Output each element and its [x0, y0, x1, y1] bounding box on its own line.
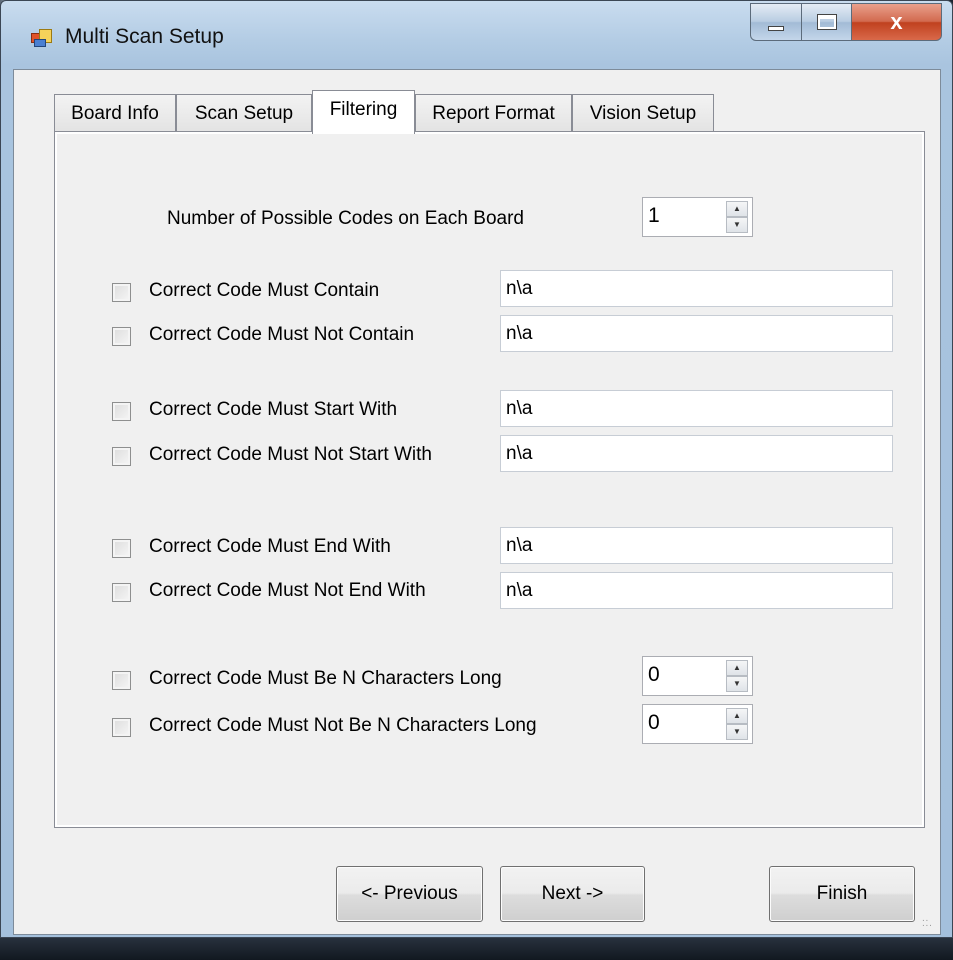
start-with-input[interactable]: n\a [500, 390, 893, 427]
num-codes-value: 1 [648, 204, 660, 227]
app-icon[interactable] [31, 29, 53, 47]
end-with-checkbox[interactable] [112, 539, 131, 558]
up-arrow-icon[interactable]: ▲ [726, 201, 748, 217]
not-n-chars-checkbox[interactable] [112, 718, 131, 737]
close-icon: x [890, 9, 903, 34]
up-arrow-icon[interactable]: ▲ [726, 660, 748, 676]
down-arrow-icon[interactable]: ▼ [726, 676, 748, 692]
previous-button[interactable]: <- Previous [336, 866, 483, 922]
not-contain-checkbox[interactable] [112, 327, 131, 346]
minimize-button[interactable] [750, 3, 802, 41]
finish-button[interactable]: Finish [769, 866, 915, 922]
tab-vision-setup[interactable]: Vision Setup [572, 94, 714, 132]
client-area: Board Info Scan Setup Filtering Report F… [13, 69, 941, 935]
start-with-checkbox[interactable] [112, 402, 131, 421]
not-end-with-checkbox[interactable] [112, 583, 131, 602]
not-n-chars-value: 0 [648, 711, 660, 734]
start-with-label: Correct Code Must Start With [149, 399, 398, 420]
filtering-panel: Number of Possible Codes on Each Board 1… [54, 131, 925, 828]
tab-scan-setup[interactable]: Scan Setup [176, 94, 312, 132]
multi-scan-setup-window: Multi Scan Setup x Board Info Scan Setup… [0, 0, 953, 938]
contain-checkbox[interactable] [112, 283, 131, 302]
window-controls: x [750, 3, 942, 43]
resize-grip-icon[interactable]: . .. . . [922, 914, 936, 930]
not-start-with-checkbox[interactable] [112, 447, 131, 466]
tab-filtering[interactable]: Filtering [312, 90, 415, 134]
next-button[interactable]: Next -> [500, 866, 645, 922]
down-arrow-icon[interactable]: ▼ [726, 724, 748, 740]
not-n-chars-label: Correct Code Must Not Be N Characters Lo… [149, 715, 537, 736]
contain-input[interactable]: n\a [500, 270, 893, 307]
maximize-icon [816, 14, 837, 30]
tab-board-info[interactable]: Board Info [54, 94, 176, 132]
window-title: Multi Scan Setup [65, 25, 224, 48]
end-with-input[interactable]: n\a [500, 527, 893, 564]
taskbar-strip [0, 936, 953, 960]
n-chars-checkbox[interactable] [112, 671, 131, 690]
end-with-label: Correct Code Must End With [149, 536, 391, 557]
not-start-with-input[interactable]: n\a [500, 435, 893, 472]
num-codes-label: Number of Possible Codes on Each Board [167, 208, 524, 229]
title-bar[interactable]: Multi Scan Setup x [1, 1, 953, 69]
n-chars-value: 0 [648, 663, 660, 686]
not-n-chars-stepper[interactable]: 0 ▲ ▼ [642, 704, 753, 744]
n-chars-label: Correct Code Must Be N Characters Long [149, 668, 502, 689]
tab-report-format[interactable]: Report Format [415, 94, 572, 132]
num-codes-stepper[interactable]: 1 ▲ ▼ [642, 197, 753, 237]
not-contain-input[interactable]: n\a [500, 315, 893, 352]
not-contain-label: Correct Code Must Not Contain [149, 324, 415, 345]
close-button[interactable]: x [852, 3, 942, 41]
maximize-button[interactable] [802, 3, 852, 41]
n-chars-stepper[interactable]: 0 ▲ ▼ [642, 656, 753, 696]
not-end-with-input[interactable]: n\a [500, 572, 893, 609]
up-arrow-icon[interactable]: ▲ [726, 708, 748, 724]
not-start-with-label: Correct Code Must Not Start With [149, 444, 432, 465]
not-end-with-label: Correct Code Must Not End With [149, 580, 426, 601]
contain-label: Correct Code Must Contain [149, 280, 380, 301]
minimize-icon [768, 25, 784, 31]
down-arrow-icon[interactable]: ▼ [726, 217, 748, 233]
